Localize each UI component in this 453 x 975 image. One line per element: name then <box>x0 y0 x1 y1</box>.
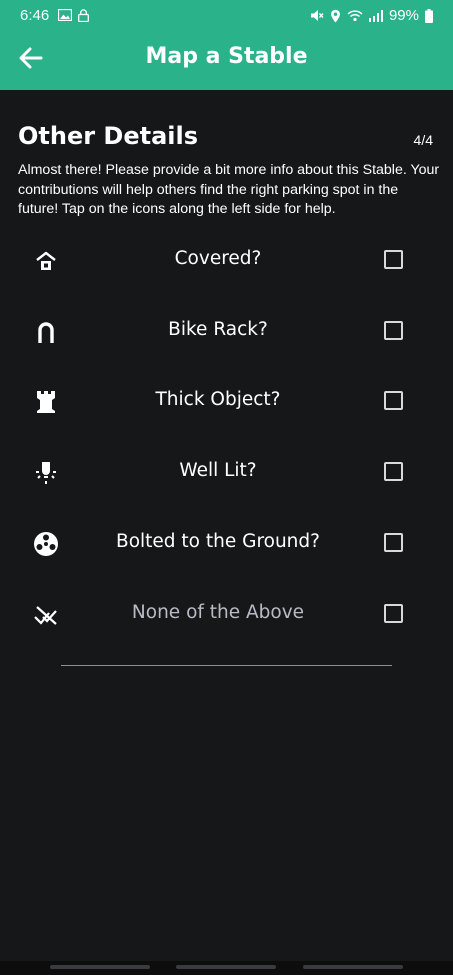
bolt-icon[interactable] <box>32 530 60 558</box>
option-label: Bolted to the Ground? <box>116 531 320 552</box>
option-label: Bike Rack? <box>168 319 268 340</box>
system-nav-bar <box>0 961 453 975</box>
option-bolted[interactable]: Bolted to the Ground? <box>0 513 453 573</box>
status-bar: 6:46 99% <box>0 0 453 30</box>
mute-icon <box>310 9 324 22</box>
covered-checkbox[interactable] <box>384 250 403 269</box>
signal-icon <box>368 9 383 22</box>
nav-home[interactable] <box>176 965 276 969</box>
app-title: Map a Stable <box>145 44 308 69</box>
option-label: Well Lit? <box>179 460 257 481</box>
status-time: 6:46 <box>20 7 50 24</box>
bike-rack-icon[interactable] <box>32 318 60 346</box>
status-right: 99% <box>310 7 433 24</box>
none-icon[interactable] <box>32 601 60 629</box>
divider <box>61 665 392 666</box>
option-none[interactable]: None of the Above <box>0 584 453 644</box>
option-label: Thick Object? <box>155 389 281 410</box>
option-bike-rack[interactable]: Bike Rack? <box>0 301 453 361</box>
wifi-icon <box>347 9 363 22</box>
bolted-checkbox[interactable] <box>384 533 403 552</box>
covered-house-icon[interactable] <box>32 247 60 275</box>
nav-recents[interactable] <box>50 965 150 969</box>
tower-icon[interactable] <box>32 388 60 416</box>
battery-icon <box>425 8 433 23</box>
battery-level: 99% <box>388 7 419 24</box>
gallery-icon <box>58 9 72 22</box>
step-indicator: 4/4 <box>413 132 433 148</box>
option-thick-object[interactable]: Thick Object? <box>0 371 453 431</box>
none-checkbox[interactable] <box>384 604 403 623</box>
page-description: Almost there! Please provide a bit more … <box>18 162 440 217</box>
option-covered[interactable]: Covered? <box>0 230 453 290</box>
option-label: None of the Above <box>131 602 305 623</box>
nav-back[interactable] <box>303 965 403 969</box>
light-bulb-icon[interactable] <box>32 459 60 487</box>
option-label: Covered? <box>174 248 262 269</box>
bike-rack-checkbox[interactable] <box>384 321 403 340</box>
app-bar: Map a Stable <box>0 30 453 90</box>
well-lit-checkbox[interactable] <box>384 462 403 481</box>
lock-icon <box>78 9 89 22</box>
location-icon <box>330 9 341 23</box>
thick-object-checkbox[interactable] <box>384 391 403 410</box>
option-well-lit[interactable]: Well Lit? <box>0 442 453 502</box>
page-title: Other Details <box>18 122 199 150</box>
status-left-icons <box>58 9 89 22</box>
